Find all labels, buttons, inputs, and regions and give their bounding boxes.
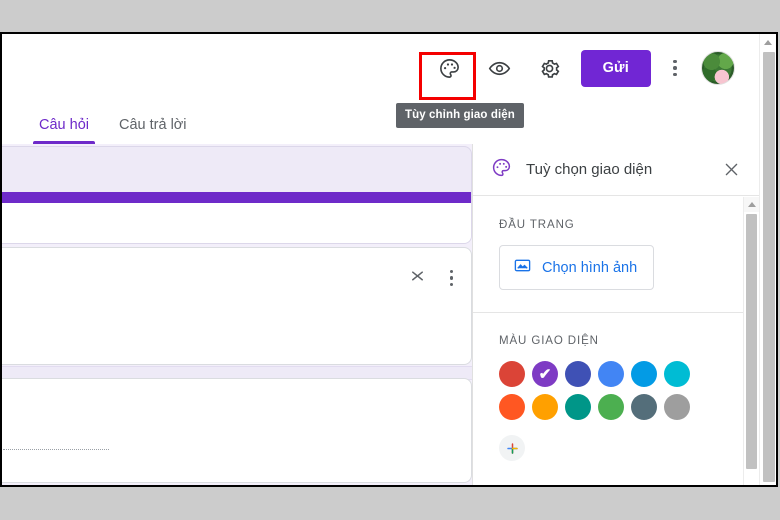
kebab-dot (449, 269, 453, 274)
panel-body: ĐẦU TRANG Chọn hình ảnh MÀU GIAO DIỆN ✔ (473, 197, 743, 485)
kebab-dot (673, 59, 677, 64)
collapse-expand-icon[interactable] (409, 266, 426, 290)
gear-icon (538, 57, 561, 80)
question-card-2[interactable] (2, 378, 472, 483)
settings-button[interactable] (530, 48, 570, 88)
kebab-dot (673, 72, 677, 77)
screenshot-root: Gửi Câu hỏi Câu trả lời Tuỳ chọn giao di… (0, 0, 780, 520)
kebab-dot (673, 66, 677, 70)
browser-window: Gửi Câu hỏi Câu trả lời Tuỳ chọn giao di… (0, 32, 778, 487)
theme-button-tooltip: Tùy chỉnh giao diện (396, 103, 524, 128)
color-swatch-green[interactable] (598, 394, 624, 420)
color-swatch-red[interactable] (499, 361, 525, 387)
form-canvas (2, 144, 472, 485)
more-options-button[interactable] (659, 48, 691, 88)
choose-image-button[interactable]: Chọn hình ảnh (499, 245, 655, 290)
theme-palette-button[interactable] (430, 48, 470, 88)
scroll-up-arrow-icon[interactable] (760, 34, 776, 50)
palette-icon (438, 57, 461, 80)
kebab-dot (449, 276, 453, 280)
panel-header: Tuỳ chọn giao diện (473, 144, 759, 196)
color-swatch-cyan[interactable] (664, 361, 690, 387)
answer-placeholder-line (3, 449, 109, 450)
triangle-up (747, 202, 756, 207)
window-content: Gửi Câu hỏi Câu trả lời Tuỳ chọn giao di… (2, 34, 776, 485)
scroll-up-arrow-icon[interactable] (744, 197, 759, 212)
add-custom-color-button[interactable] (499, 435, 525, 461)
question-card-toolbar (409, 266, 453, 290)
kebab-dot (449, 282, 453, 287)
image-icon (513, 256, 532, 279)
theme-options-panel: Tuỳ chọn giao diện ĐẦU TRANG Chọn hình ả… (472, 144, 759, 485)
tab-responses[interactable]: Câu trả lời (117, 117, 189, 144)
form-title-card[interactable] (2, 146, 472, 244)
main-scrollbar-thumb[interactable] (763, 52, 775, 482)
color-swatch-teal[interactable] (565, 394, 591, 420)
close-panel-button[interactable] (717, 156, 745, 184)
preview-button[interactable] (480, 48, 520, 88)
color-swatch-blue-grey[interactable] (631, 394, 657, 420)
triangle-up (764, 39, 772, 45)
main-scrollbar[interactable] (759, 34, 776, 485)
title-card-body (2, 203, 471, 243)
color-swatch-indigo[interactable] (565, 361, 591, 387)
panel-scrollbar-thumb[interactable] (746, 214, 757, 469)
top-toolbar: Gửi (2, 34, 747, 102)
user-avatar[interactable] (701, 51, 735, 85)
panel-title: Tuỳ chọn giao diện (526, 161, 653, 178)
send-button[interactable]: Gửi (580, 49, 651, 87)
eye-icon (488, 57, 511, 80)
theme-accent-bar (2, 192, 471, 203)
color-swatch-amber[interactable] (532, 394, 558, 420)
palette-icon (491, 157, 512, 183)
color-swatch-grey[interactable] (664, 394, 690, 420)
theme-color-grid: ✔ (499, 361, 743, 427)
color-swatch-deep-orange[interactable] (499, 394, 525, 420)
question-card-1[interactable] (2, 247, 472, 365)
tab-questions[interactable]: Câu hỏi (33, 117, 95, 144)
color-section-label: MÀU GIAO DIỆN (499, 335, 599, 347)
selected-check-icon: ✔ (538, 365, 552, 383)
question-more-options-icon[interactable] (449, 269, 453, 287)
color-swatch-blue[interactable] (598, 361, 624, 387)
color-swatch-light-blue[interactable] (631, 361, 657, 387)
color-swatch-purple[interactable]: ✔ (532, 361, 558, 387)
choose-image-label: Chọn hình ảnh (542, 259, 638, 276)
panel-scrollbar[interactable] (743, 197, 759, 485)
header-section-label: ĐẦU TRANG (499, 219, 575, 231)
